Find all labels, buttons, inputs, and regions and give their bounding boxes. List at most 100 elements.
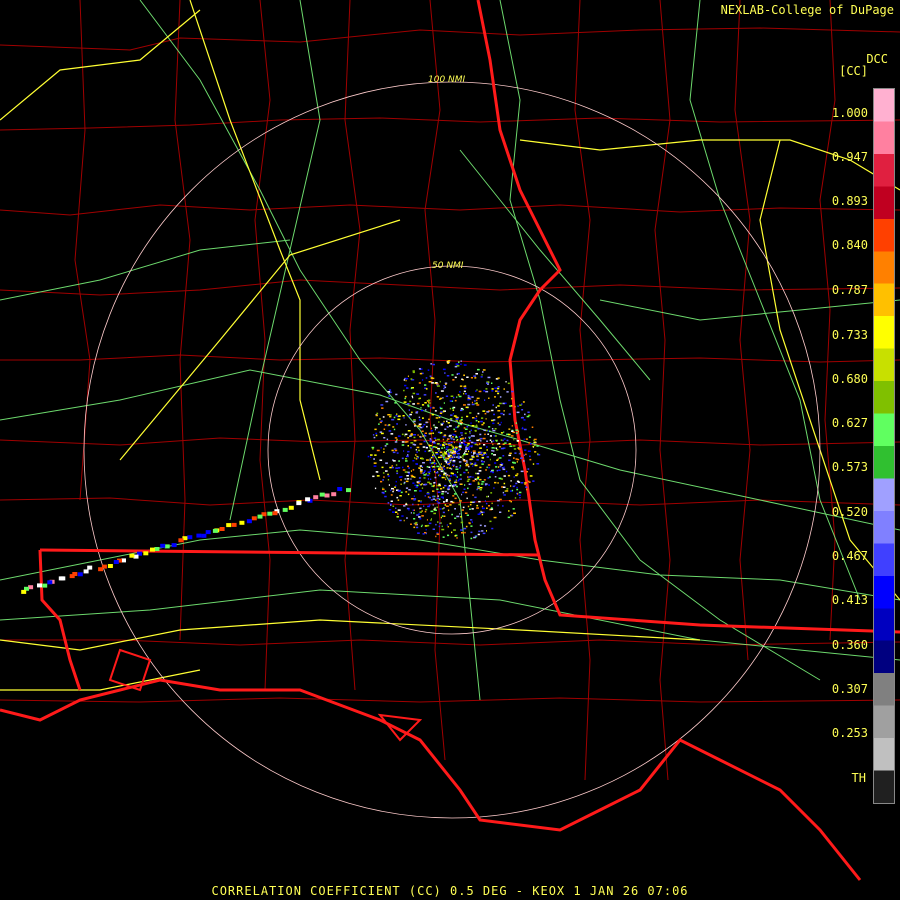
radar-return-bin xyxy=(396,470,398,472)
radar-return-bin xyxy=(384,495,387,498)
radar-return-bin xyxy=(477,412,480,415)
radar-return-bin xyxy=(412,403,415,405)
radar-return-bin xyxy=(443,501,445,503)
radar-return-bin xyxy=(499,465,502,468)
radar-return-bin xyxy=(457,372,460,375)
radar-return-bin xyxy=(469,432,471,435)
radar-return-bin xyxy=(492,443,494,446)
radar-return-bin xyxy=(499,402,502,405)
radar-return-bin xyxy=(487,495,489,498)
radar-return-bin xyxy=(416,393,420,395)
radar-return-bin xyxy=(481,417,484,419)
radar-return-bin xyxy=(536,445,539,447)
radar-return-bin xyxy=(422,472,424,474)
radar-return-bin xyxy=(423,440,426,443)
radar-return-bin xyxy=(412,503,414,506)
radar-return-bin xyxy=(509,445,513,447)
radar-return-bin xyxy=(479,437,483,440)
radar-return-bin xyxy=(413,526,416,529)
radar-return-bin xyxy=(449,504,452,506)
radar-return-bin xyxy=(421,379,424,381)
radar-return-bin xyxy=(435,446,438,449)
radar-return-bin xyxy=(476,479,478,481)
radar-return-bin xyxy=(422,425,424,428)
radar-return-bin xyxy=(480,511,484,514)
radar-return-bin xyxy=(510,485,512,487)
radar-return-bin xyxy=(472,417,475,419)
radar-return-bin xyxy=(432,407,435,409)
radar-return-bin xyxy=(479,489,482,491)
radar-return-bin xyxy=(461,455,464,457)
radar-return-bin xyxy=(455,475,457,478)
radar-return-bin xyxy=(476,397,480,400)
radar-return-bin xyxy=(449,454,452,457)
radar-return-bin xyxy=(489,435,492,437)
radar-return-bin xyxy=(466,461,468,463)
radar-return-bin xyxy=(460,438,463,440)
radar-return-bin xyxy=(447,509,450,512)
radar-return-bin xyxy=(383,476,385,478)
radar-return-bin xyxy=(407,445,409,447)
radar-return-bin xyxy=(449,400,453,402)
radar-return-bin xyxy=(380,404,384,406)
radar-return-bin xyxy=(406,517,408,519)
radar-return-bin xyxy=(470,537,473,540)
radar-return-bin xyxy=(469,412,472,414)
radar-return-bin xyxy=(457,452,460,455)
radar-return-bin xyxy=(433,460,435,462)
radar-return-bin xyxy=(395,484,397,487)
radar-return-bin xyxy=(404,397,406,400)
radar-return-bin xyxy=(58,576,64,581)
radar-return-bin xyxy=(497,377,500,379)
radar-return-bin xyxy=(414,490,417,492)
radar-return-bin xyxy=(382,487,384,490)
radar-return-bin xyxy=(428,381,432,383)
radar-return-bin xyxy=(476,507,479,509)
radar-return-bin xyxy=(469,503,472,506)
radar-return-bin xyxy=(515,482,518,485)
radar-return-bin xyxy=(480,440,482,442)
radar-return-bin xyxy=(498,469,501,471)
radar-return-bin xyxy=(396,452,399,454)
radar-return-bin xyxy=(374,454,377,456)
radar-return-bin xyxy=(385,443,389,445)
radar-return-bin xyxy=(497,410,501,412)
radar-return-bin xyxy=(382,416,385,418)
radar-return-bin xyxy=(408,489,411,491)
radar-return-bin xyxy=(439,522,441,524)
radar-return-bin xyxy=(448,435,451,437)
radar-return-bin xyxy=(388,389,392,391)
radar-return-bin xyxy=(459,513,461,515)
radar-return-bin xyxy=(413,440,417,442)
radar-return-bin xyxy=(439,415,441,417)
radar-return-bin xyxy=(493,413,495,416)
radar-return-bin xyxy=(475,390,477,392)
radar-return-bin xyxy=(441,447,444,449)
radar-return-bin xyxy=(387,502,390,504)
radar-return-bin xyxy=(476,472,480,475)
radar-return-bin xyxy=(474,464,478,467)
radar-return-bin xyxy=(421,465,424,468)
radar-return-bin xyxy=(403,505,406,507)
radar-return-bin xyxy=(461,434,463,436)
radar-return-bin xyxy=(410,512,412,514)
radar-return-bin xyxy=(413,436,416,439)
radar-return-bin xyxy=(491,449,493,452)
radar-return-bin xyxy=(485,502,488,505)
radar-return-bin xyxy=(443,420,445,423)
radar-return-bin xyxy=(453,456,455,458)
radar-return-bin xyxy=(464,512,468,514)
radar-return-bin xyxy=(479,447,482,449)
radar-return-bin xyxy=(407,493,410,496)
radar-return-bin xyxy=(403,450,405,452)
radar-return-bin xyxy=(503,466,505,468)
radar-return-bin xyxy=(459,465,462,467)
radar-return-bin xyxy=(463,527,467,530)
radar-return-bin xyxy=(438,456,441,459)
radar-return-bin xyxy=(523,419,526,421)
radar-return-bin xyxy=(523,438,525,440)
radar-return-bin xyxy=(460,456,462,458)
radar-return-bin xyxy=(445,458,447,461)
legend-tick: 0.947 xyxy=(831,150,868,164)
radar-return-bin xyxy=(470,422,472,424)
